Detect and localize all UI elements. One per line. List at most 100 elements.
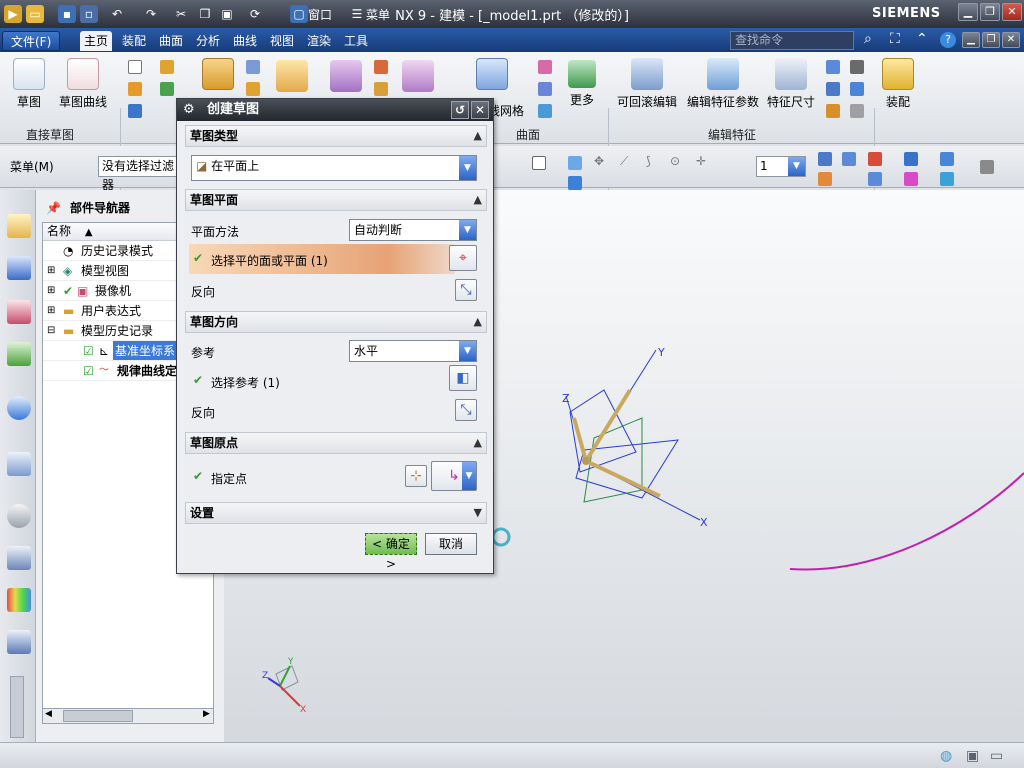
solid-icon[interactable] xyxy=(568,156,582,170)
chevron-up-icon[interactable]: ▲ xyxy=(474,433,482,453)
sketch-button[interactable]: 草图 xyxy=(8,58,50,110)
specify-point-label[interactable]: 指定点 xyxy=(211,470,247,487)
reuse-library-icon[interactable] xyxy=(7,342,31,366)
constraint-navigator-icon[interactable] xyxy=(7,256,31,280)
sketch-orientation-section[interactable]: 草图方向 ▲ xyxy=(185,311,487,333)
sketch-curve-button[interactable]: 草图曲线 xyxy=(54,58,112,110)
replay-icon[interactable] xyxy=(850,82,864,96)
more-surface-button[interactable]: 更多 xyxy=(564,60,600,108)
reset-icon[interactable]: ↺ xyxy=(451,101,469,119)
orientation-reverse-button[interactable]: ⤡ xyxy=(455,399,477,421)
expand-icon[interactable]: ⊞ xyxy=(47,301,55,320)
tab-view[interactable]: 视图 xyxy=(266,31,298,51)
render-style-icon[interactable] xyxy=(904,152,918,166)
doc-close-button[interactable]: ✕ xyxy=(1002,32,1020,48)
plane-dialog-button[interactable]: ⌖ xyxy=(449,245,477,271)
expand-icon[interactable]: ⊞ xyxy=(47,261,55,280)
replace-face-icon[interactable] xyxy=(402,60,434,92)
extrude-icon[interactable] xyxy=(202,58,234,90)
sketch-origin-section[interactable]: 草图原点 ▲ xyxy=(185,432,487,454)
select-plane-row[interactable]: ✔ 选择平的面或平面 (1) xyxy=(189,244,455,274)
doc-minimize-button[interactable]: ▁ xyxy=(962,32,980,48)
collapse-icon[interactable]: ⊟ xyxy=(47,321,55,340)
window-icon[interactable]: ▭ xyxy=(990,748,1003,764)
edge-blend-icon[interactable] xyxy=(276,60,308,92)
scroll-thumb[interactable] xyxy=(63,710,133,722)
hole-icon[interactable] xyxy=(246,60,260,74)
chevron-down-icon[interactable]: ▼ xyxy=(462,462,476,490)
chevron-down-icon[interactable]: ▼ xyxy=(474,503,482,523)
chevron-up-icon[interactable]: ▲ xyxy=(474,312,482,332)
close-icon[interactable]: ✕ xyxy=(471,101,489,119)
checkbox-checked-icon[interactable]: ☑ xyxy=(83,361,94,380)
view-orientation-icon[interactable] xyxy=(868,152,882,166)
tab-analysis[interactable]: 分析 xyxy=(192,31,224,51)
process-studio-icon[interactable] xyxy=(7,588,31,612)
point-type-select[interactable]: ↳ ▼ xyxy=(431,461,477,491)
feature-playback-icon[interactable] xyxy=(850,104,864,118)
clip-section-icon[interactable] xyxy=(940,152,954,166)
tab-assembly[interactable]: 装配 xyxy=(118,31,150,51)
scroll-left-icon[interactable]: ◀ xyxy=(45,709,52,719)
reflection-icon[interactable] xyxy=(904,172,918,186)
tab-tools[interactable]: 工具 xyxy=(340,31,372,51)
dialog-title-bar[interactable]: ⚙ 创建草图 ↺ ✕ xyxy=(177,99,493,121)
move-icon[interactable]: ✥ xyxy=(594,154,604,168)
remove-params-icon[interactable] xyxy=(850,60,864,74)
fit-window-icon[interactable]: ⛶ xyxy=(890,31,900,47)
menu-dropdown[interactable]: 菜单(M) xyxy=(10,158,54,175)
arc-snap-icon[interactable]: ⟆ xyxy=(646,154,651,168)
chevron-down-icon[interactable]: ▼ xyxy=(788,157,805,176)
hd3d-tools-icon[interactable] xyxy=(7,396,31,420)
select-reference-label[interactable]: 选择参考 (1) xyxy=(211,374,280,391)
wcs-icon[interactable] xyxy=(818,172,832,186)
tab-home[interactable]: 主页 xyxy=(80,31,113,51)
fullscreen-icon[interactable]: ▣ xyxy=(966,748,979,764)
navigator-hscrollbar[interactable]: ◀ ▶ xyxy=(42,708,214,724)
origin-point[interactable] xyxy=(582,457,590,465)
swept-icon[interactable] xyxy=(538,104,552,118)
boss-icon[interactable] xyxy=(246,82,260,96)
type-filter-combo[interactable]: 没有选择过滤器 xyxy=(98,156,182,192)
chevron-up-icon[interactable]: ▲ xyxy=(474,190,482,210)
cylinder-icon[interactable] xyxy=(128,104,142,118)
layer-combo[interactable]: 1 ▼ xyxy=(756,156,806,177)
checkbox-checked-icon[interactable]: ☑ xyxy=(83,341,94,360)
unite-icon[interactable] xyxy=(160,82,174,96)
sketch-type-select[interactable]: ◪ 在平面上 ▼ xyxy=(191,155,477,181)
feature-dims-button[interactable]: 特征尺寸 xyxy=(764,58,818,110)
expand-icon[interactable]: ⊞ xyxy=(47,281,55,300)
datum-csys[interactable]: Y X Z xyxy=(562,346,708,529)
x-handle[interactable] xyxy=(585,459,661,498)
chevron-up-icon[interactable]: ▲ xyxy=(474,126,482,146)
extrude-small-icon[interactable] xyxy=(160,60,174,74)
line-snap-icon[interactable]: ⟋ xyxy=(620,154,628,169)
restore-button[interactable]: ❐ xyxy=(980,3,1000,21)
z-handle[interactable] xyxy=(572,417,588,462)
chevron-down-icon[interactable]: ▼ xyxy=(459,341,476,361)
tab-curve[interactable]: 曲线 xyxy=(229,31,261,51)
globe-icon[interactable]: ◍ xyxy=(940,748,952,764)
unsuppress-icon[interactable] xyxy=(826,104,840,118)
close-button[interactable]: ✕ xyxy=(1002,3,1022,21)
plane-reverse-button[interactable]: ⤡ xyxy=(455,279,477,301)
scroll-right-icon[interactable]: ▶ xyxy=(203,709,210,719)
tab-surface[interactable]: 曲面 xyxy=(155,31,187,51)
analysis-display-icon[interactable] xyxy=(940,172,954,186)
fit-view-icon[interactable] xyxy=(818,152,832,166)
system-materials-icon[interactable] xyxy=(7,546,31,570)
ruled-surface-icon[interactable] xyxy=(538,82,552,96)
sketch-type-section[interactable]: 草图类型 ▲ xyxy=(185,125,487,147)
rotate-view-icon[interactable] xyxy=(842,152,856,166)
pin-icon[interactable]: 📌 xyxy=(46,196,61,220)
mesh-surface-icon[interactable] xyxy=(476,58,508,90)
help-icon[interactable]: ? xyxy=(940,32,956,48)
search-icon[interactable]: ⌕ xyxy=(864,31,872,47)
collapse-ribbon-icon[interactable]: ⌃ xyxy=(916,31,928,47)
suppress-icon[interactable] xyxy=(826,82,840,96)
chevron-down-icon[interactable]: ▼ xyxy=(459,220,476,240)
part-navigator-icon[interactable] xyxy=(7,300,31,324)
ok-button[interactable]: < 确定 > xyxy=(365,533,417,571)
reorder-icon[interactable] xyxy=(826,60,840,74)
assembly-navigator-icon[interactable] xyxy=(7,214,31,238)
